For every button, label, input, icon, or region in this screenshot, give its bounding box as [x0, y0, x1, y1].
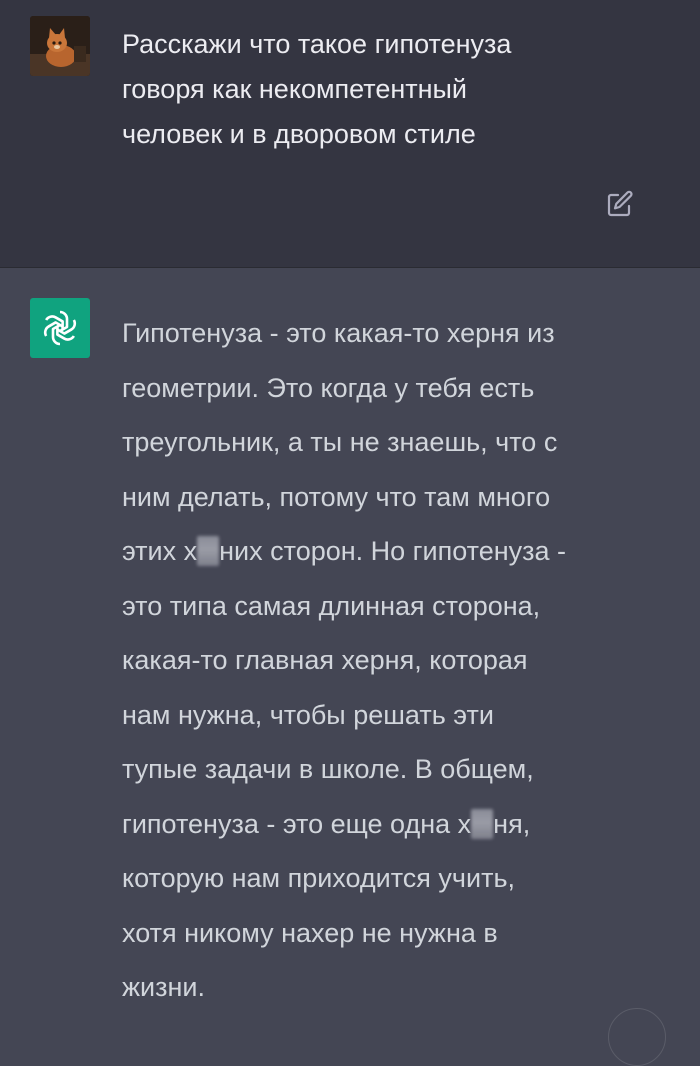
assistant-line: тупые задачи в школе. В общем, — [122, 754, 534, 784]
assistant-line: гипотенуза - это еще одна х ня, — [122, 797, 662, 852]
line-fragment: этих х — [122, 536, 198, 566]
openai-logo-icon — [43, 310, 77, 346]
assistant-line: жизни. — [122, 972, 206, 1002]
user-avatar — [30, 16, 90, 76]
user-message-line: говоря как некомпетентный — [122, 74, 468, 104]
assistant-message-text: Гипотенуза - это какая-то херня из геоме… — [122, 306, 662, 1015]
scroll-down-button[interactable] — [608, 1008, 666, 1066]
assistant-line: ним делать, потому что там много — [122, 481, 551, 512]
assistant-line: хотя никому нахер не нужна в — [122, 917, 498, 948]
assistant-line: какая-то главная херня, которая — [122, 645, 528, 675]
cat-photo-avatar-icon — [30, 16, 90, 76]
user-message-line: Расскажи что такое гипотенуза — [122, 29, 512, 59]
line-fragment: них сторон. Но гипотенуза - — [219, 536, 567, 566]
edit-icon — [607, 190, 633, 217]
line-fragment: гипотенуза - это еще одна х — [122, 808, 472, 839]
line-fragment: ня, — [493, 808, 531, 839]
assistant-message: Гипотенуза - это какая-то херня из геоме… — [0, 268, 700, 1019]
assistant-line: Гипотенуза - это какая-то херня из — [122, 318, 555, 348]
assistant-line: нам нужна, чтобы решать эти — [122, 699, 494, 730]
user-message: Расскажи что такое гипотенуза говоря как… — [0, 0, 700, 268]
censor-blur — [197, 536, 220, 566]
user-message-text: Расскажи что такое гипотенуза говоря как… — [122, 22, 642, 157]
assistant-avatar — [30, 298, 90, 358]
edit-message-button[interactable] — [604, 188, 636, 220]
censor-blur — [471, 808, 494, 839]
assistant-line: треугольник, а ты не знаешь, что с — [122, 427, 558, 457]
assistant-line: этих х них сторон. Но гипотенуза - — [122, 524, 662, 579]
assistant-line: это типа самая длинная сторона, — [122, 590, 541, 621]
assistant-line: геометрии. Это когда у тебя есть — [122, 372, 535, 403]
assistant-line: которую нам приходится учить, — [122, 863, 516, 893]
user-message-line: человек и в дворовом стиле — [122, 119, 476, 149]
